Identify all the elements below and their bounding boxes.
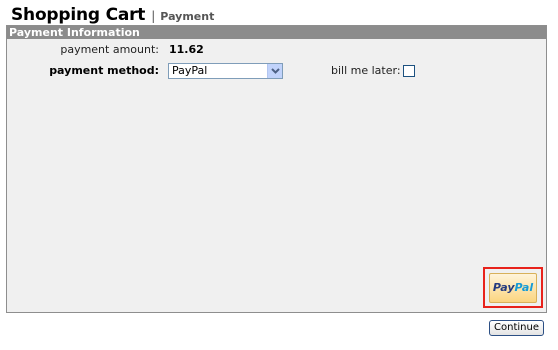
paypal-checkout-button[interactable]: Pay Pal: [489, 272, 537, 303]
payment-amount-label: payment amount:: [60, 43, 159, 56]
panel-title: Payment Information: [7, 26, 546, 39]
paypal-logo-pal: Pal: [514, 281, 534, 294]
paypal-button-highlight: Pay Pal: [483, 267, 543, 308]
page-section-label: Payment: [160, 10, 215, 23]
payment-method-label: payment method:: [49, 64, 159, 77]
payment-method-selected-value: PayPal: [172, 64, 208, 77]
paypal-logo-pay: Pay: [492, 281, 515, 294]
bill-me-later-checkbox[interactable]: [403, 65, 415, 77]
bill-me-later-label: bill me later:: [331, 64, 401, 77]
payment-information-panel: Payment Information payment amount: 11.6…: [6, 25, 547, 313]
payment-amount-value: 11.62: [169, 43, 204, 56]
continue-button[interactable]: Continue: [489, 320, 544, 336]
payment-method-select[interactable]: PayPal: [168, 63, 283, 79]
title-separator: |: [151, 9, 156, 23]
page-title: Shopping Cart: [11, 5, 146, 25]
page-header: Shopping Cart | Payment: [11, 5, 214, 25]
chevron-down-icon[interactable]: [267, 64, 282, 78]
